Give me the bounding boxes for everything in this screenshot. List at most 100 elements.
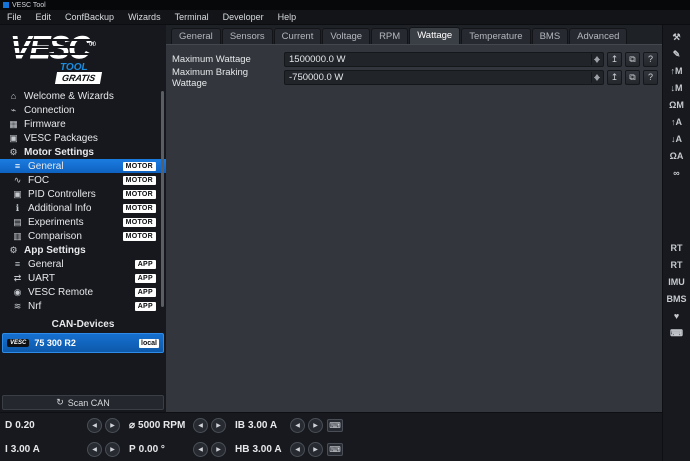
sidebar-scrollbar[interactable]	[161, 91, 164, 307]
sidebar-item-pid-controllers[interactable]: ▣ PID Controllers MOTOR	[0, 187, 166, 201]
brake-current-group: IB 3.00 A ◀ ▶	[230, 413, 327, 437]
increment-button[interactable]: ▶	[308, 417, 323, 433]
increment-button[interactable]: ▶	[211, 441, 226, 457]
imu-data-icon: IMU	[668, 277, 685, 287]
decrement-button[interactable]: ◀	[290, 441, 305, 457]
tab-voltage[interactable]: Voltage	[322, 28, 371, 44]
menu-developer[interactable]: Developer	[216, 10, 271, 24]
sidebar-item-welcome-wizards[interactable]: ⌂ Welcome & Wizards	[0, 89, 166, 103]
tab-sensors[interactable]: Sensors	[221, 28, 273, 44]
wrench-icon: ⚒	[672, 32, 681, 42]
menu-file[interactable]: File	[0, 10, 29, 24]
increment-button[interactable]: ▶	[105, 441, 120, 457]
app-icon	[3, 2, 9, 8]
favorites-button[interactable]: ♥	[666, 310, 688, 323]
sidebar-item-label: Experiments	[28, 216, 84, 228]
tab-wattage[interactable]: Wattage	[409, 27, 461, 44]
menu-wizards[interactable]: Wizards	[121, 10, 168, 24]
status-field-buttons: ◀ ▶	[193, 441, 230, 457]
tab-bms[interactable]: BMS	[531, 28, 569, 44]
duty-setpoint-group: D 0.20 ◀ ▶	[0, 413, 124, 437]
tab-advanced[interactable]: Advanced	[569, 28, 628, 44]
keyboard-control-button[interactable]: ⌨	[327, 442, 343, 456]
read-app-config-default-button[interactable]: ΩA	[666, 150, 688, 163]
copy-param-button[interactable]: ⧉	[625, 70, 640, 85]
decrement-button[interactable]: ◀	[87, 417, 102, 433]
increment-button[interactable]: ▶	[211, 417, 226, 433]
spinner-arrows[interactable]	[591, 72, 602, 83]
tab-general[interactable]: General	[171, 28, 221, 44]
sidebar-item-general[interactable]: ≡ General MOTOR	[0, 159, 166, 173]
write-app-config-button[interactable]: ↑A	[666, 116, 688, 129]
write-param-button[interactable]: ↥	[607, 52, 622, 67]
poll-loop-button[interactable]: ∞	[666, 167, 688, 180]
rt-data-button[interactable]: RT	[666, 242, 688, 255]
bms-data-button[interactable]: BMS	[666, 293, 688, 306]
wrench-button[interactable]: ⚒	[666, 31, 688, 44]
menu-confbackup[interactable]: ConfBackup	[58, 10, 121, 24]
menu-help[interactable]: Help	[271, 10, 304, 24]
tab-temperature[interactable]: Temperature	[461, 28, 531, 44]
write-param-button[interactable]: ↥	[607, 70, 622, 85]
write-motor-config-button[interactable]: ↑M	[666, 65, 688, 78]
sidebar-item-label: UART	[28, 272, 56, 284]
param-value: -750000.0 W	[289, 72, 344, 83]
local-badge: local	[139, 338, 159, 348]
sidebar-item-vesc-remote[interactable]: ◉ VESC Remote APP	[0, 285, 166, 299]
decrement-button[interactable]: ◀	[290, 417, 305, 433]
rt-app-button[interactable]: RT	[666, 259, 688, 272]
increment-button[interactable]: ▶	[105, 417, 120, 433]
scope-badge: MOTOR	[122, 175, 156, 185]
window-title: VESC Tool	[12, 1, 46, 9]
pencil-button[interactable]: ✎	[666, 48, 688, 61]
imu-data-button[interactable]: IMU	[666, 276, 688, 289]
pencil-icon: ✎	[672, 49, 681, 59]
scope-badge: MOTOR	[122, 231, 156, 241]
param-spinbox[interactable]: 1500000.0 W	[284, 52, 604, 67]
read-app-config-button[interactable]: ↓A	[666, 133, 688, 146]
poll-loop-icon: ∞	[673, 168, 680, 178]
sidebar-item-app-settings[interactable]: ⚙ App Settings	[0, 243, 166, 257]
increment-button[interactable]: ▶	[308, 441, 323, 457]
help-param-button[interactable]: ?	[643, 52, 658, 67]
sidebar-item-motor-settings[interactable]: ⚙ Motor Settings	[0, 145, 166, 159]
status-field-label: HB	[235, 443, 250, 455]
sidebar-item-uart[interactable]: ⇄ UART APP	[0, 271, 166, 285]
home-icon: ⌂	[10, 91, 17, 101]
menu-terminal[interactable]: Terminal	[168, 10, 216, 24]
tab-rpm[interactable]: RPM	[371, 28, 409, 44]
can-device-item[interactable]: VESC 75 300 R2 local	[2, 333, 164, 353]
help-param-button[interactable]: ?	[643, 70, 658, 85]
sidebar-item-general[interactable]: ≡ General APP	[0, 257, 166, 271]
rt-data-icon: RT	[670, 243, 683, 253]
param-row-maximum-braking-wattage: Maximum Braking Wattage -750000.0 W ↥ ⧉ …	[172, 67, 658, 89]
read-motor-config-button[interactable]: ↓M	[666, 82, 688, 95]
spinner-arrows[interactable]	[591, 54, 602, 65]
sidebar: VESC® TOOL GRATIS ⌂ Welcome & Wizards ⌁ …	[0, 25, 166, 412]
decrement-button[interactable]: ◀	[193, 417, 208, 433]
param-spinbox[interactable]: -750000.0 W	[284, 70, 604, 85]
favorites-icon: ♥	[673, 311, 680, 321]
copy-param-button[interactable]: ⧉	[625, 52, 640, 67]
sidebar-item-comparison[interactable]: ▥ Comparison MOTOR	[0, 229, 166, 243]
read-motor-config-default-button[interactable]: ΩM	[666, 99, 688, 112]
scan-can-button[interactable]: ↻ Scan CAN	[2, 395, 164, 410]
spin-down-icon[interactable]	[592, 77, 602, 84]
sidebar-item-firmware[interactable]: ▦ Firmware	[0, 117, 166, 131]
decrement-button[interactable]: ◀	[193, 441, 208, 457]
sidebar-item-additional-info[interactable]: ℹ Additional Info MOTOR	[0, 201, 166, 215]
main-area: General Sensors Current Voltage RPM Watt…	[166, 25, 662, 412]
keyboard-control-button[interactable]: ⌨	[666, 327, 688, 340]
sidebar-item-nrf[interactable]: ≋ Nrf APP	[0, 299, 166, 313]
menu-edit[interactable]: Edit	[29, 10, 59, 24]
sidebar-item-vesc-packages[interactable]: ▣ VESC Packages	[0, 131, 166, 145]
tab-current[interactable]: Current	[273, 28, 322, 44]
sidebar-item-label: FOC	[28, 174, 50, 186]
status-field-value: 3.00 A	[248, 419, 278, 431]
sidebar-item-connection[interactable]: ⌁ Connection	[0, 103, 166, 117]
decrement-button[interactable]: ◀	[87, 441, 102, 457]
sidebar-item-experiments[interactable]: ▤ Experiments MOTOR	[0, 215, 166, 229]
sidebar-item-foc[interactable]: ∿ FOC MOTOR	[0, 173, 166, 187]
keyboard-control-button[interactable]: ⌨	[327, 418, 343, 432]
spin-down-icon[interactable]	[592, 59, 602, 66]
